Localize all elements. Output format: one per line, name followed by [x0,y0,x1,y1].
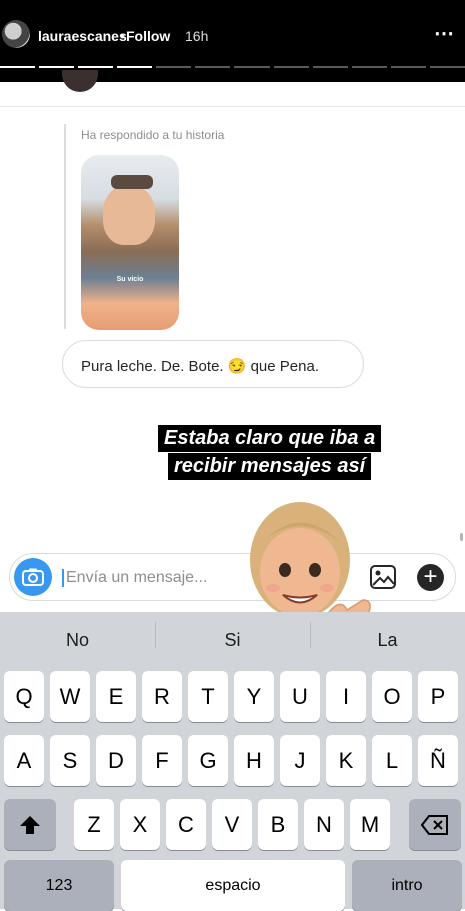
key-z[interactable]: Z [74,799,114,850]
key-q[interactable]: Q [4,671,44,722]
keys-area: Q W E R T Y U I O P A S D F G H J K L Ñ Z X C V B N M 123 espacio int… [0,612,465,911]
key-c[interactable]: C [166,799,206,850]
thumbnail-caption: Su vicio [116,276,144,283]
dot-separator: • [120,28,125,44]
overlay-text-line-1: Estaba claro que iba a [158,425,382,452]
key-u[interactable]: U [280,671,320,722]
message-text: Pura leche. De. Bote. 😏 que Pena. [81,358,319,375]
key-x[interactable]: X [120,799,160,850]
message-compose-bar: Envía un mensaje... + [9,553,456,601]
camera-button[interactable] [14,558,52,596]
key-f[interactable]: F [142,735,182,786]
overlay-text-line-2: recibir mensajes así [168,453,372,480]
story-time: 16h [185,28,209,44]
return-key[interactable]: intro [352,860,462,911]
shift-key[interactable] [4,799,56,850]
user-avatar[interactable] [2,20,30,48]
numbers-key[interactable]: 123 [4,860,114,911]
scroll-indicator [460,533,463,541]
reply-label: Ha respondido a tu historia [81,128,225,142]
username[interactable]: lauraescanes [38,28,127,44]
reply-quote-line [64,124,66,329]
delete-key[interactable] [409,799,461,850]
key-l[interactable]: L [372,735,412,786]
message-bubble[interactable]: Pura leche. De. Bote. 😏 que Pena. [62,340,364,388]
backspace-icon [420,815,448,835]
key-w[interactable]: W [50,671,90,722]
key-k[interactable]: K [326,735,366,786]
space-key[interactable]: espacio [121,860,345,911]
keyboard: No Si La Q W E R T Y U I O P A S D F G H J K L Ñ Z X C V B N M 123 e… [0,612,465,911]
key-o[interactable]: O [372,671,412,722]
shift-icon [20,816,40,834]
key-n[interactable]: N [304,799,344,850]
key-y[interactable]: Y [234,671,274,722]
key-a[interactable]: A [4,735,44,786]
key-j[interactable]: J [280,735,320,786]
story-thumbnail[interactable]: Su vicio [81,155,179,330]
thumbnail-photo [103,185,155,245]
key-b[interactable]: B [258,799,298,850]
add-button[interactable]: + [417,564,444,591]
key-ñ[interactable]: Ñ [418,735,458,786]
key-v[interactable]: V [212,799,252,850]
message-input[interactable]: Envía un mensaje... [62,569,207,587]
key-h[interactable]: H [234,735,274,786]
sunglasses [111,175,153,189]
key-r[interactable]: R [142,671,182,722]
key-g[interactable]: G [188,735,228,786]
more-options-icon[interactable]: ⋯ [434,21,455,46]
key-t[interactable]: T [188,671,228,722]
key-e[interactable]: E [96,671,136,722]
key-m[interactable]: M [350,799,390,850]
key-p[interactable]: P [418,671,458,722]
story-progress-bar [0,66,465,69]
key-s[interactable]: S [50,735,90,786]
camera-icon [22,568,44,586]
key-i[interactable]: I [326,671,366,722]
key-d[interactable]: D [96,735,136,786]
follow-button[interactable]: Follow [126,28,170,44]
